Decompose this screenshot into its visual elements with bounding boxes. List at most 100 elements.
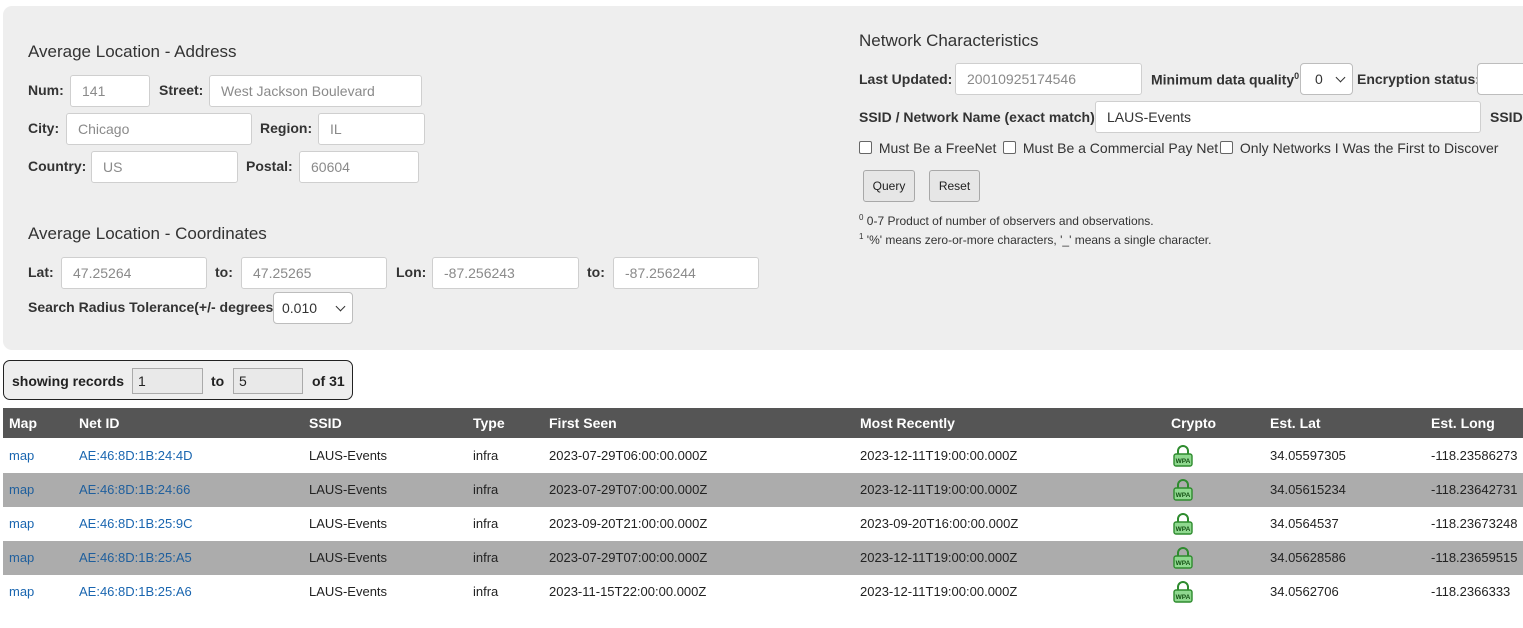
wpa-lock-icon: WPA	[1173, 513, 1193, 535]
table-row: map AE:46:8D:1B:25:9C LAUS-Events infra …	[3, 507, 1523, 541]
est-long-cell: -118.23642731	[1431, 482, 1518, 497]
commercial-checkbox-box[interactable]	[1003, 141, 1016, 154]
svg-text:WPA: WPA	[1176, 560, 1191, 567]
col-crypto[interactable]: Crypto	[1171, 415, 1216, 431]
note-quality: 0 0-7 Product of number of observers and…	[859, 213, 1154, 228]
ssid-cell: LAUS-Events	[309, 482, 388, 497]
country-input[interactable]	[91, 151, 238, 183]
col-type[interactable]: Type	[473, 415, 505, 431]
est-lat-cell: 34.05615234	[1270, 482, 1346, 497]
records-to-input[interactable]	[233, 368, 303, 394]
est-lat-cell: 34.0564537	[1270, 516, 1339, 531]
min-quality-value: 0	[1315, 71, 1323, 87]
reset-button[interactable]: Reset	[929, 170, 980, 202]
col-map[interactable]: Map	[9, 415, 37, 431]
est-long-cell: -118.23673248	[1431, 516, 1518, 531]
commercial-checkbox[interactable]: Must Be a Commercial Pay Net	[1003, 140, 1218, 156]
est-long-cell: -118.23659515	[1431, 550, 1518, 565]
table-row: map AE:46:8D:1B:25:A5 LAUS-Events infra …	[3, 541, 1523, 575]
records-pager: showing records to of 31	[3, 360, 353, 400]
net-id-link[interactable]: AE:46:8D:1B:24:66	[79, 482, 190, 497]
records-from-input[interactable]	[132, 368, 203, 394]
country-label: Country:	[28, 158, 87, 174]
first-seen-cell: 2023-11-15T22:00:00.000Z	[549, 584, 707, 599]
map-link[interactable]: map	[9, 550, 34, 565]
first-seen-cell: 2023-07-29T07:00:00.000Z	[549, 550, 708, 565]
table-row: map AE:46:8D:1B:24:66 LAUS-Events infra …	[3, 473, 1523, 507]
region-label: Region:	[260, 120, 313, 136]
map-link[interactable]: map	[9, 584, 34, 599]
svg-text:WPA: WPA	[1176, 594, 1191, 601]
postal-label: Postal:	[246, 158, 293, 174]
ssid-right-label: SSID	[1490, 109, 1523, 125]
svg-text:WPA: WPA	[1176, 526, 1191, 533]
records-total-label: of 31	[312, 373, 345, 389]
est-lat-cell: 34.05597305	[1270, 448, 1346, 463]
col-most-recently[interactable]: Most Recently	[860, 415, 955, 431]
first-seen-cell: 2023-07-29T06:00:00.000Z	[549, 448, 708, 463]
net-id-link[interactable]: AE:46:8D:1B:25:9C	[79, 516, 192, 531]
table-row: map AE:46:8D:1B:25:A6 LAUS-Events infra …	[3, 575, 1523, 609]
first-discoverer-checkbox-box[interactable]	[1220, 141, 1233, 154]
col-ssid[interactable]: SSID	[309, 415, 342, 431]
freenet-checkbox-box[interactable]	[859, 141, 872, 154]
wpa-lock-icon: WPA	[1173, 547, 1193, 569]
col-est-long[interactable]: Est. Long	[1431, 415, 1495, 431]
type-cell: infra	[473, 550, 499, 565]
street-label: Street:	[159, 82, 204, 98]
map-link[interactable]: map	[9, 516, 34, 531]
net-id-link[interactable]: AE:46:8D:1B:25:A6	[79, 584, 192, 599]
street-input[interactable]	[209, 75, 422, 107]
postal-input[interactable]	[299, 151, 419, 183]
radius-label: Search Radius Tolerance(+/- degrees):	[28, 299, 283, 315]
ssid-cell: LAUS-Events	[309, 550, 388, 565]
radius-select[interactable]: 0.010	[273, 292, 353, 324]
col-net-id[interactable]: Net ID	[79, 415, 119, 431]
city-label: City:	[28, 120, 60, 136]
first-discoverer-checkbox[interactable]: Only Networks I Was the First to Discove…	[1220, 140, 1498, 156]
col-first-seen[interactable]: First Seen	[549, 415, 617, 431]
min-quality-label: Minimum data quality0:	[1151, 71, 1304, 88]
chevron-down-icon	[1335, 72, 1346, 82]
last-updated-label: Last Updated:	[859, 71, 953, 87]
wpa-lock-icon: WPA	[1173, 479, 1193, 501]
lon-from-input[interactable]	[432, 257, 579, 289]
encryption-label: Encryption status:	[1357, 71, 1480, 87]
most-recently-cell: 2023-09-20T16:00:00.000Z	[860, 516, 1019, 531]
freenet-checkbox-label: Must Be a FreeNet	[878, 140, 997, 156]
most-recently-cell: 2023-12-11T19:00:00.000Z	[860, 550, 1018, 565]
ssid-input[interactable]	[1095, 101, 1481, 133]
region-input[interactable]	[318, 113, 425, 145]
lat-to-input[interactable]	[241, 257, 387, 289]
est-lat-cell: 34.05628586	[1270, 550, 1346, 565]
most-recently-cell: 2023-12-11T19:00:00.000Z	[860, 448, 1018, 463]
last-updated-input[interactable]	[955, 63, 1142, 95]
first-seen-cell: 2023-09-20T21:00:00.000Z	[549, 516, 708, 531]
type-cell: infra	[473, 448, 499, 463]
most-recently-cell: 2023-12-11T19:00:00.000Z	[860, 584, 1018, 599]
chevron-down-icon	[335, 301, 346, 311]
min-quality-select[interactable]: 0	[1300, 63, 1353, 95]
lon-to-input[interactable]	[613, 257, 759, 289]
first-seen-cell: 2023-07-29T07:00:00.000Z	[549, 482, 708, 497]
wpa-lock-icon: WPA	[1173, 581, 1193, 603]
encryption-select[interactable]	[1477, 63, 1523, 95]
map-link[interactable]: map	[9, 482, 34, 497]
net-id-link[interactable]: AE:46:8D:1B:24:4D	[79, 448, 192, 463]
est-long-cell: -118.2366333	[1431, 584, 1511, 599]
wpa-lock-icon: WPA	[1173, 445, 1193, 467]
ssid-cell: LAUS-Events	[309, 584, 388, 599]
lat-to-label: to:	[215, 264, 233, 280]
col-est-lat[interactable]: Est. Lat	[1270, 415, 1321, 431]
net-id-link[interactable]: AE:46:8D:1B:25:A5	[79, 550, 192, 565]
num-input[interactable]	[70, 75, 150, 107]
map-link[interactable]: map	[9, 448, 34, 463]
commercial-checkbox-label: Must Be a Commercial Pay Net	[1022, 140, 1219, 156]
query-button[interactable]: Query	[863, 170, 915, 202]
first-discoverer-checkbox-label: Only Networks I Was the First to Discove…	[1239, 140, 1499, 156]
lon-label: Lon:	[396, 264, 427, 280]
most-recently-cell: 2023-12-11T19:00:00.000Z	[860, 482, 1018, 497]
lat-from-input[interactable]	[61, 257, 207, 289]
city-input[interactable]	[66, 113, 252, 145]
freenet-checkbox[interactable]: Must Be a FreeNet	[859, 140, 996, 156]
